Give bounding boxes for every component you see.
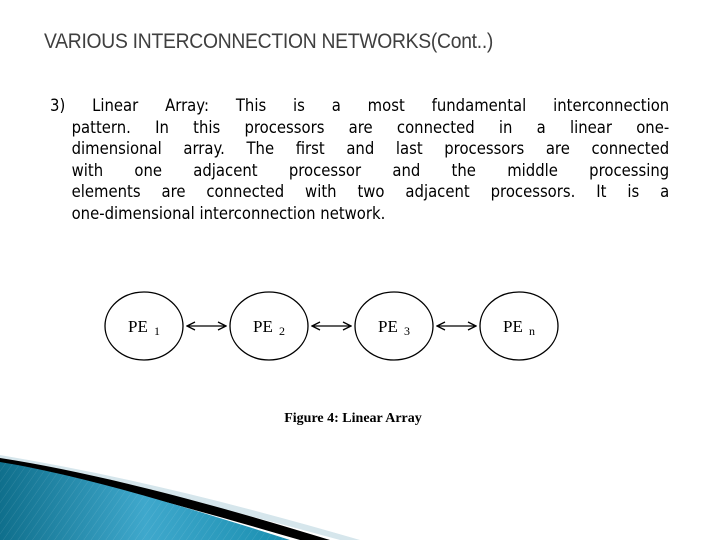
paragraph-line: one-dimensional interconnection network. <box>71 203 386 223</box>
node-subscript: 2 <box>279 324 285 338</box>
node-subscript: n <box>529 324 535 338</box>
node-label: PE <box>503 317 523 336</box>
paragraph-continuation: pattern. In this processors are connecte… <box>50 117 670 225</box>
node-label: PE <box>378 317 398 336</box>
footer-swoosh-decoration <box>0 455 360 540</box>
paragraph: 3) Linear Array: This is a most fundamen… <box>50 95 669 224</box>
paragraph-line: elements are connected with two adjacent… <box>71 182 670 201</box>
node-subscript: 1 <box>154 324 160 338</box>
processing-element-node: PE 3 <box>354 291 434 361</box>
node-label: PE <box>253 317 273 336</box>
node-label: PE <box>128 317 148 336</box>
paragraph-line: pattern. In this processors are connecte… <box>71 117 670 137</box>
figure-caption: Figure 4: Linear Array <box>284 411 422 426</box>
node-subscript: 3 <box>404 324 410 338</box>
processing-element-node: PE n <box>479 291 559 361</box>
paragraph-line: dimensional array. The first and last pr… <box>71 139 670 158</box>
paragraph-line: 3) Linear Array: This is a most fundamen… <box>50 96 670 115</box>
paragraph-line: with one adjacent processor and the midd… <box>71 160 670 180</box>
slide-title: VARIOUS INTERCONNECTION NETWORKS(Cont..) <box>44 30 494 53</box>
processing-element-node: PE 1 <box>104 291 184 361</box>
processing-element-node: PE 2 <box>229 291 309 361</box>
